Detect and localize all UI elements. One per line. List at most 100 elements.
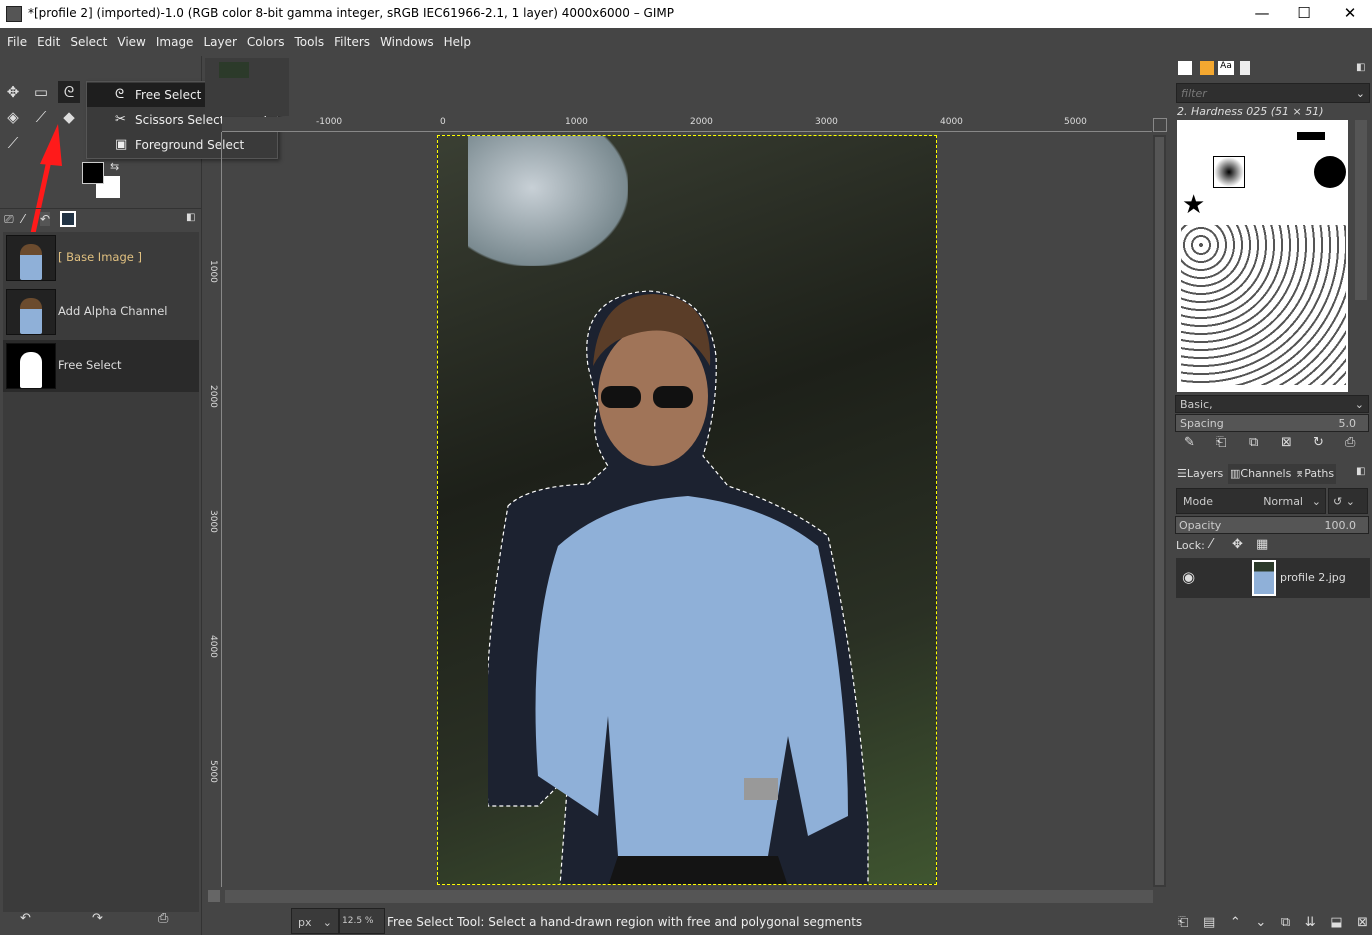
undo-button[interactable]: ↶ [20, 911, 31, 926]
device-status-tab-icon[interactable]: ⁄ [22, 212, 24, 226]
menu-bar: File Edit Select View Image Layer Colors… [0, 28, 1372, 56]
refresh-brushes-icon[interactable]: ↻ [1313, 435, 1324, 450]
maximize-button[interactable]: ☐ [1294, 4, 1314, 22]
image-tab[interactable] [205, 58, 289, 116]
redo-button[interactable]: ↷ [92, 911, 103, 926]
patterns-tab-icon[interactable] [1200, 61, 1214, 75]
duplicate-brush-icon[interactable]: ⧉ [1249, 435, 1258, 450]
brush-textures[interactable] [1181, 225, 1346, 385]
item-label: [ Base Image ] [58, 250, 142, 264]
lock-position-icon[interactable]: ✥ [1232, 537, 1243, 552]
fonts-tab-icon[interactable]: Aa [1218, 61, 1234, 75]
menu-tools[interactable]: Tools [290, 28, 330, 56]
brush-tag-select[interactable]: Basic, ⌄ [1175, 395, 1369, 413]
menu-edit[interactable]: Edit [32, 28, 65, 56]
menu-item-foreground-select[interactable]: ▣ Foreground Select [87, 133, 277, 157]
undo-history-list: [ Base Image ] Add Alpha Channel Free Se… [3, 232, 199, 912]
mask-layer-icon[interactable]: ⬓ [1330, 915, 1342, 930]
images-tab-icon[interactable] [60, 211, 76, 227]
delete-layer-icon[interactable]: ⊠ [1357, 915, 1368, 930]
brush-star[interactable]: ★ [1182, 190, 1205, 220]
lock-pixels-icon[interactable]: ⁄ [1210, 537, 1212, 552]
dock-tabs: ⎚ ⁄ ↶ ◧ [0, 208, 202, 230]
spacing-slider[interactable]: Spacing 5.0 [1175, 414, 1369, 432]
list-item[interactable]: Free Select [3, 340, 199, 392]
menu-select[interactable]: Select [65, 28, 112, 56]
brush-scrollbar[interactable] [1355, 120, 1367, 300]
photo-person-selection [488, 290, 869, 884]
menu-filters[interactable]: Filters [329, 28, 375, 56]
menu-file[interactable]: File [2, 28, 32, 56]
tab-channels[interactable]: ▥Channels [1228, 464, 1294, 484]
item-label: Add Alpha Channel [58, 304, 168, 318]
document-history-tab-icon[interactable] [1240, 61, 1250, 75]
layer-row[interactable]: ◉ profile 2.jpg [1176, 558, 1370, 598]
zoom-select[interactable]: 12.5 % [339, 908, 385, 934]
brushes-tab-icon[interactable] [1178, 61, 1192, 75]
layers-bottom-toolbar: ⎗ ▤ ⌃ ⌄ ⧉ ⇊ ⬓ ⊠ [1178, 915, 1368, 930]
merge-layer-icon[interactable]: ⇊ [1305, 915, 1316, 930]
duplicate-layer-icon[interactable]: ⧉ [1281, 915, 1290, 930]
menu-help[interactable]: Help [439, 28, 476, 56]
image-tab-thumbnail [219, 62, 249, 78]
unit-select[interactable]: px ⌄ [291, 908, 339, 934]
menu-view[interactable]: View [112, 28, 150, 56]
move-tool-icon[interactable]: ✥ [2, 81, 24, 103]
brush[interactable] [1314, 156, 1346, 188]
tab-layers[interactable]: ☰Layers [1175, 464, 1226, 484]
foreground-select-icon: ▣ [115, 137, 128, 152]
opacity-slider[interactable]: Opacity 100.0 [1175, 516, 1369, 534]
zoom-fit-icon[interactable] [1153, 118, 1167, 132]
gimp-app-icon [6, 6, 22, 22]
minimize-button[interactable]: — [1252, 4, 1272, 22]
brush[interactable] [1297, 132, 1325, 140]
scissors-icon: ✂ [115, 112, 126, 127]
clear-history-button[interactable]: ⎙ [158, 911, 168, 926]
new-brush-icon[interactable]: ⎗ [1216, 435, 1226, 450]
dock-menu-icon[interactable]: ◧ [186, 212, 195, 223]
brush-grid[interactable]: ★ [1177, 120, 1348, 392]
vertical-ruler: 1000 2000 3000 4000 5000 [207, 132, 222, 887]
brush-selected[interactable] [1213, 156, 1245, 188]
new-layer-group-icon[interactable]: ▤ [1203, 915, 1215, 930]
horizontal-scrollbar[interactable] [225, 890, 1153, 903]
delete-brush-icon[interactable]: ⊠ [1281, 435, 1292, 450]
horizontal-ruler: -1000 0 1000 2000 3000 4000 5000 [222, 117, 1152, 132]
brush-filter-input[interactable]: filter ⌄ [1176, 83, 1370, 103]
rect-select-tool-icon[interactable]: ▭ [30, 81, 52, 103]
lasso-tool-icon[interactable]: ᘓ [58, 81, 80, 103]
layer-name: profile 2.jpg [1280, 571, 1346, 584]
tool-options-tab-icon[interactable]: ⎚ [4, 212, 14, 227]
item-label: Free Select [58, 358, 122, 372]
status-message: Free Select Tool: Select a hand-drawn re… [387, 915, 863, 929]
layers-dock-menu-icon[interactable]: ◧ [1356, 466, 1365, 477]
lock-alpha-icon[interactable]: ▦ [1256, 537, 1268, 552]
edit-brush-icon[interactable]: ✎ [1184, 435, 1195, 450]
vertical-scrollbar[interactable] [1153, 135, 1166, 887]
visibility-eye-icon[interactable]: ◉ [1182, 568, 1195, 586]
close-button[interactable]: ✕ [1340, 4, 1360, 22]
composite-mode-select[interactable]: ↺ ⌄ [1328, 488, 1368, 514]
menu-image[interactable]: Image [151, 28, 199, 56]
menu-windows[interactable]: Windows [375, 28, 439, 56]
menu-layer[interactable]: Layer [198, 28, 241, 56]
dock-menu-icon[interactable]: ◧ [1356, 62, 1365, 73]
menu-colors[interactable]: Colors [242, 28, 290, 56]
lower-layer-icon[interactable]: ⌄ [1255, 915, 1266, 930]
raise-layer-icon[interactable]: ⌃ [1230, 915, 1241, 930]
quick-mask-toggle[interactable] [208, 890, 220, 902]
swap-colors-icon[interactable]: ⇆ [110, 160, 119, 173]
foreground-color[interactable] [82, 162, 104, 184]
new-layer-icon[interactable]: ⎗ [1178, 915, 1188, 930]
list-item[interactable]: [ Base Image ] [3, 232, 199, 284]
list-item[interactable]: Add Alpha Channel [3, 286, 199, 338]
lasso-icon: ᘓ [115, 87, 125, 102]
layer-thumbnail [1252, 560, 1276, 596]
layer-mode-select[interactable]: Mode Normal ⌄ [1176, 488, 1326, 514]
open-brush-as-image-icon[interactable]: ⎙ [1345, 435, 1355, 450]
thumbnail [6, 289, 56, 335]
image-canvas[interactable] [437, 135, 937, 885]
tab-paths[interactable]: ⌆Paths [1293, 464, 1337, 484]
undo-history-tab-icon[interactable]: ↶ [40, 212, 51, 226]
selected-brush-label: 2. Hardness 025 (51 × 51) [1177, 105, 1324, 118]
